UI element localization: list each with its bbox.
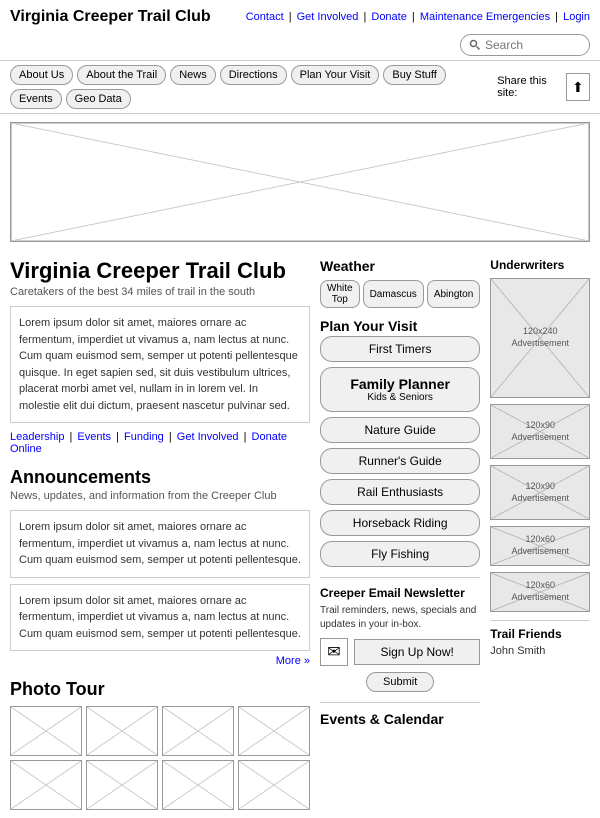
search-row (0, 30, 600, 60)
trail-friends-heading: Trail Friends (490, 627, 590, 641)
weather-section: Weather White Top Damascus Abington (320, 258, 480, 308)
funding-link[interactable]: Funding (124, 431, 164, 443)
submit-row: Submit (320, 672, 480, 692)
photo-thumb-4[interactable] (238, 706, 310, 756)
search-input[interactable] (485, 38, 581, 52)
share-label: Share this site: (497, 75, 559, 99)
photo-thumb-3[interactable] (162, 706, 234, 756)
plan-runners-guide[interactable]: Runner's Guide (320, 448, 480, 474)
plan-heading: Plan Your Visit (320, 318, 480, 334)
newsletter-signup-row: ✉ Sign Up Now! (320, 638, 480, 666)
weather-tabs: White Top Damascus Abington (320, 280, 480, 308)
middle-column: Weather White Top Damascus Abington Plan… (320, 258, 480, 810)
ad-5-label: 120x60Advertisement (512, 580, 570, 603)
announcements-heading: Announcements (10, 467, 310, 488)
ad-4-label: 120x60Advertisement (512, 534, 570, 557)
trail-friend-name: John Smith (490, 645, 590, 657)
ad-4[interactable]: 120x60Advertisement (490, 526, 590, 566)
announcement-2: Lorem ipsum dolor sit amet, maiores orna… (10, 584, 310, 652)
submit-button[interactable]: Submit (366, 672, 434, 692)
plan-section: Plan Your Visit First Timers Family Plan… (320, 318, 480, 567)
maintenance-link[interactable]: Maintenance Emergencies (420, 11, 550, 23)
ad-2-label: 120x90Advertisement (512, 420, 570, 443)
announcement-1: Lorem ipsum dolor sit amet, maiores orna… (10, 510, 310, 578)
donate-link[interactable]: Donate (371, 11, 406, 23)
plan-family-planner[interactable]: Family PlannerKids & Seniors (320, 367, 480, 412)
events-link[interactable]: Events (77, 431, 111, 443)
weather-tab-damascus[interactable]: Damascus (363, 280, 424, 308)
nav-about-us[interactable]: About Us (10, 65, 73, 85)
newsletter-heading: Creeper Email Newsletter (320, 586, 480, 600)
plan-horseback-riding[interactable]: Horseback Riding (320, 510, 480, 536)
nav-buy-stuff[interactable]: Buy Stuff (383, 65, 445, 85)
events-section: Events & Calendar (320, 702, 480, 727)
photo-thumb-8[interactable] (238, 760, 310, 810)
newsletter-section: Creeper Email Newsletter Trail reminders… (320, 577, 480, 692)
search-box (460, 34, 590, 56)
site-title: Virginia Creeper Trail Club (10, 8, 211, 26)
signup-button[interactable]: Sign Up Now! (354, 639, 480, 665)
nav-directions[interactable]: Directions (220, 65, 287, 85)
photo-thumb-6[interactable] (86, 760, 158, 810)
underwriters-heading: Underwriters (490, 258, 590, 272)
body-text: Lorem ipsum dolor sit amet, maiores orna… (10, 306, 310, 423)
weather-tab-whitetop[interactable]: White Top (320, 280, 360, 308)
photo-thumb-5[interactable] (10, 760, 82, 810)
ad-5[interactable]: 120x60Advertisement (490, 572, 590, 612)
contact-link[interactable]: Contact (246, 11, 284, 23)
photo-grid (10, 706, 310, 810)
more-anchor[interactable]: More » (276, 655, 310, 667)
photo-thumb-1[interactable] (10, 706, 82, 756)
nav-bar: About Us About the Trail News Directions… (0, 60, 600, 114)
nav-news[interactable]: News (170, 65, 216, 85)
envelope-icon: ✉ (320, 638, 348, 666)
nav-about-trail[interactable]: About the Trail (77, 65, 166, 85)
login-link[interactable]: Login (563, 11, 590, 23)
body-links: Leadership | Events | Funding | Get Invo… (10, 431, 310, 455)
ad-1-label: 120x240Advertisement (512, 326, 570, 349)
weather-tab-abington[interactable]: Abington (427, 280, 480, 308)
ad-1[interactable]: 120x240Advertisement (490, 278, 590, 398)
photo-tour-heading: Photo Tour (10, 679, 310, 700)
nav-events[interactable]: Events (10, 89, 62, 109)
hero-image (10, 122, 590, 242)
plan-fly-fishing[interactable]: Fly Fishing (320, 541, 480, 567)
announcements-subtitle: News, updates, and information from the … (10, 490, 310, 502)
nav-geo-data[interactable]: Geo Data (66, 89, 131, 109)
events-heading: Events & Calendar (320, 711, 480, 727)
weather-heading: Weather (320, 258, 480, 274)
nav-tabs: About Us About the Trail News Directions… (10, 65, 497, 109)
newsletter-description: Trail reminders, news, specials and upda… (320, 604, 480, 632)
nav-plan-visit[interactable]: Plan Your Visit (291, 65, 380, 85)
plan-nature-guide[interactable]: Nature Guide (320, 417, 480, 443)
page-header: Virginia Creeper Trail Club Contact | Ge… (0, 0, 600, 30)
main-heading: Virginia Creeper Trail Club (10, 258, 310, 284)
announcements-section: Announcements News, updates, and informa… (10, 467, 310, 667)
main-content: Virginia Creeper Trail Club Caretakers o… (0, 250, 600, 818)
main-subtitle: Caretakers of the best 34 miles of trail… (10, 286, 310, 298)
plan-rail-enthusiasts[interactable]: Rail Enthusiasts (320, 479, 480, 505)
right-column: Underwriters 120x240Advertisement 120x90… (490, 258, 590, 810)
trail-friends-section: Trail Friends John Smith (490, 620, 590, 657)
plan-first-timers[interactable]: First Timers (320, 336, 480, 362)
ad-3-label: 120x90Advertisement (512, 481, 570, 504)
get-involved-link[interactable]: Get Involved (297, 11, 359, 23)
get-involved-body-link[interactable]: Get Involved (177, 431, 239, 443)
ad-2[interactable]: 120x90Advertisement (490, 404, 590, 459)
left-column: Virginia Creeper Trail Club Caretakers o… (10, 258, 310, 810)
ad-3[interactable]: 120x90Advertisement (490, 465, 590, 520)
header-links: Contact | Get Involved | Donate | Mainte… (246, 11, 590, 23)
more-link: More » (10, 655, 310, 667)
photo-tour-section: Photo Tour (10, 679, 310, 810)
share-area: Share this site: ⬆ (497, 73, 590, 101)
photo-thumb-2[interactable] (86, 706, 158, 756)
photo-thumb-7[interactable] (162, 760, 234, 810)
share-button[interactable]: ⬆ (566, 73, 590, 101)
search-icon (469, 38, 481, 52)
leadership-link[interactable]: Leadership (10, 431, 64, 443)
